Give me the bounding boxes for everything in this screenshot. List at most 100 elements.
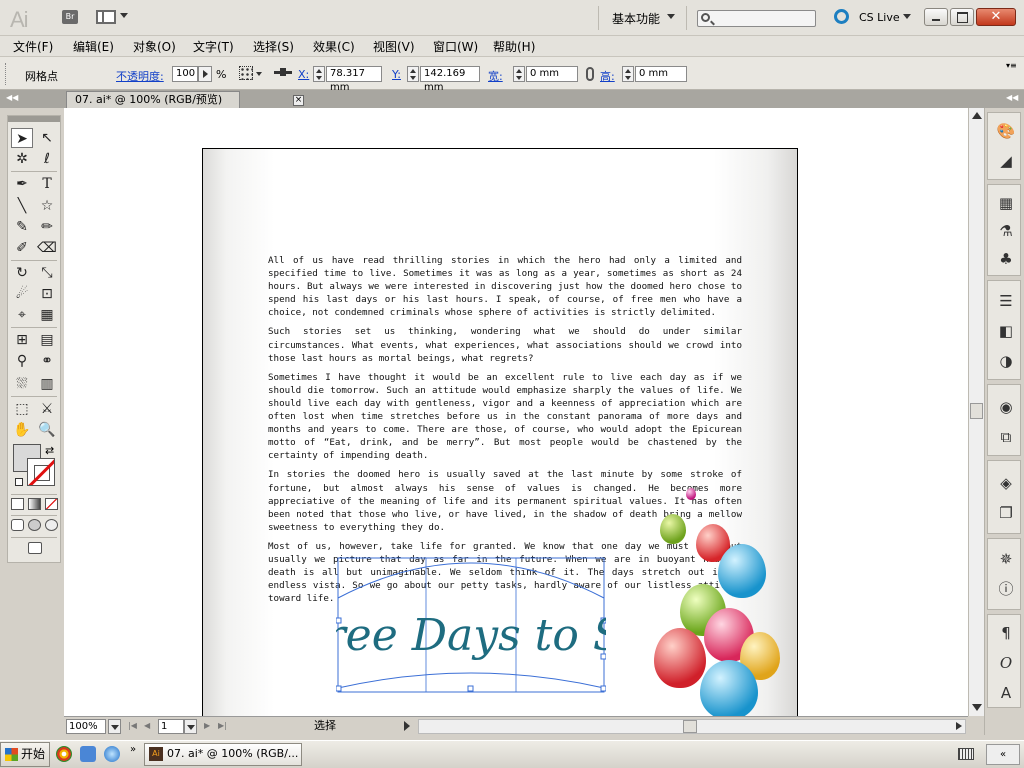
none-mode-icon[interactable]	[45, 498, 58, 510]
height-input[interactable]: 0 mm	[635, 66, 687, 82]
opacity-slider-button[interactable]	[198, 66, 212, 82]
warp-tool-icon[interactable]: ☄	[11, 284, 33, 304]
zoom-tool-icon[interactable]: 🔍	[36, 420, 58, 440]
default-colors-icon[interactable]	[15, 478, 23, 486]
y-stepper[interactable]	[407, 66, 419, 82]
transparency-panel-icon[interactable]: ◑	[996, 351, 1016, 371]
chevron-down-icon[interactable]	[256, 72, 262, 76]
artboard-dropdown-icon[interactable]	[184, 719, 197, 734]
scale-tool-icon[interactable]: ⤡	[36, 263, 58, 283]
chevron-down-icon[interactable]	[120, 13, 128, 18]
menu-type[interactable]: 文字(T)	[193, 38, 234, 55]
paintbrush-tool-icon[interactable]: ✎	[11, 217, 33, 237]
menu-effect[interactable]: 效果(C)	[313, 38, 355, 55]
zoom-dropdown-icon[interactable]	[108, 719, 121, 734]
width-label[interactable]: 宽:	[488, 68, 503, 84]
color-mode-icon[interactable]	[11, 498, 24, 510]
blob-brush-tool-icon[interactable]: ✐	[11, 238, 33, 258]
arrange-documents-icon[interactable]	[96, 10, 116, 24]
cs-live-menu[interactable]: CS Live	[859, 11, 900, 24]
brushes-panel-icon[interactable]: ⚗	[996, 221, 1016, 241]
x-label[interactable]: X:	[298, 68, 309, 81]
draw-normal-icon[interactable]	[11, 519, 24, 531]
appearance-panel-icon[interactable]: ◉	[996, 397, 1016, 417]
document-canvas[interactable]: All of us have read thrilling stories in…	[64, 108, 968, 716]
draw-behind-icon[interactable]	[28, 519, 41, 531]
chevron-down-icon[interactable]	[903, 14, 911, 19]
rotate-tool-icon[interactable]: ↻	[11, 263, 33, 283]
opentype-panel-icon[interactable]: O	[996, 653, 1016, 673]
layers-panel-icon[interactable]: ◈	[996, 473, 1016, 493]
keyboard-icon[interactable]	[958, 748, 974, 760]
scroll-up-icon[interactable]	[972, 112, 982, 119]
chrome-icon[interactable]	[56, 746, 72, 762]
graphic-styles-panel-icon[interactable]: ⧉	[996, 427, 1016, 447]
workspace-switcher[interactable]: 基本功能	[612, 10, 660, 27]
eyedropper-tool-icon[interactable]: ⚲	[11, 351, 33, 371]
y-input[interactable]: 142.169 mm	[420, 66, 480, 93]
quick-launch-icon[interactable]	[80, 746, 96, 762]
draw-inside-icon[interactable]	[45, 519, 58, 531]
magic-wand-tool-icon[interactable]: ✲	[11, 149, 33, 169]
lasso-tool-icon[interactable]: ℓ	[36, 149, 58, 169]
first-artboard-icon[interactable]: |◀	[128, 721, 137, 730]
zoom-input[interactable]: 100%	[66, 719, 106, 734]
taskbar-item-illustrator[interactable]: Ai 07. ai* @ 100% (RGB/...	[144, 743, 302, 766]
gradient-mode-icon[interactable]	[28, 498, 41, 510]
restore-button[interactable]	[950, 8, 974, 26]
blend-tool-icon[interactable]: ⚭	[36, 351, 58, 371]
status-menu-icon[interactable]	[404, 721, 410, 731]
perspective-grid-tool-icon[interactable]: ▦	[36, 305, 58, 325]
menu-help[interactable]: 帮助(H)	[493, 38, 535, 55]
chevron-down-icon[interactable]	[667, 14, 675, 19]
mesh-tool-icon[interactable]: ⊞	[11, 330, 33, 350]
next-artboard-icon[interactable]: ▶	[204, 721, 210, 730]
x-stepper[interactable]	[313, 66, 325, 82]
collapse-panel-icon[interactable]: ◀◀	[6, 93, 18, 102]
menu-file[interactable]: 文件(F)	[13, 38, 53, 55]
scroll-thumb[interactable]	[970, 403, 983, 419]
title-art-selection[interactable]: Three Days to See	[336, 550, 606, 695]
panel-grip[interactable]	[5, 63, 8, 85]
symbols-panel-icon[interactable]: ♣	[996, 249, 1016, 269]
type-tool-icon[interactable]: T	[36, 174, 58, 194]
previous-artboard-icon[interactable]: ◀	[144, 721, 150, 730]
pencil-tool-icon[interactable]: ✏	[36, 217, 58, 237]
width-stepper[interactable]	[513, 66, 525, 82]
line-tool-icon[interactable]: ╲	[11, 196, 33, 216]
screen-mode-icon[interactable]	[28, 542, 42, 554]
more-icons-icon[interactable]: »	[130, 744, 136, 755]
gradient-tool-icon[interactable]: ▤	[36, 330, 58, 350]
column-graph-tool-icon[interactable]: ▥	[36, 374, 58, 394]
close-tab-icon[interactable]: ×	[293, 95, 304, 106]
constrain-proportions-icon[interactable]	[586, 67, 594, 81]
pen-tool-icon[interactable]: ✒	[11, 174, 33, 194]
free-transform-tool-icon[interactable]: ⊡	[36, 284, 58, 304]
artboards-panel-icon[interactable]: ❐	[996, 503, 1016, 523]
x-input[interactable]: 78.317 mm	[326, 66, 382, 93]
shape-builder-tool-icon[interactable]: ⌖	[11, 305, 33, 325]
slice-tool-icon[interactable]: ⚔	[36, 399, 58, 419]
y-label[interactable]: Y:	[392, 68, 401, 81]
selection-tool-icon[interactable]: ➤	[11, 128, 33, 148]
internet-explorer-icon[interactable]	[104, 746, 120, 762]
scroll-right-icon[interactable]	[956, 722, 962, 730]
stroke-color-swatch[interactable]	[27, 458, 55, 486]
paragraph-panel-icon[interactable]: ¶	[996, 623, 1016, 643]
star-tool-icon[interactable]: ☆	[36, 196, 58, 216]
info-panel-icon[interactable]: ⓘ	[996, 579, 1016, 599]
scroll-thumb[interactable]	[683, 720, 697, 733]
start-button[interactable]: 开始	[0, 742, 50, 767]
width-input[interactable]: 0 mm	[526, 66, 578, 82]
symbol-sprayer-tool-icon[interactable]: ⛆	[11, 374, 33, 394]
stroke-panel-icon[interactable]: ☰	[996, 291, 1016, 311]
help-search-input[interactable]	[697, 10, 816, 27]
hand-tool-icon[interactable]: ✋	[11, 420, 33, 440]
opacity-input[interactable]: 100	[172, 66, 198, 82]
menu-edit[interactable]: 编辑(E)	[73, 38, 114, 55]
document-tab[interactable]: 07. ai* @ 100% (RGB/预览) ×	[66, 91, 304, 108]
gradient-panel-icon[interactable]: ◧	[996, 321, 1016, 341]
expand-panel-icon[interactable]: ◀◀	[1006, 93, 1018, 102]
status-display[interactable]: 选择	[234, 719, 414, 734]
bridge-button[interactable]: Br	[62, 10, 78, 24]
